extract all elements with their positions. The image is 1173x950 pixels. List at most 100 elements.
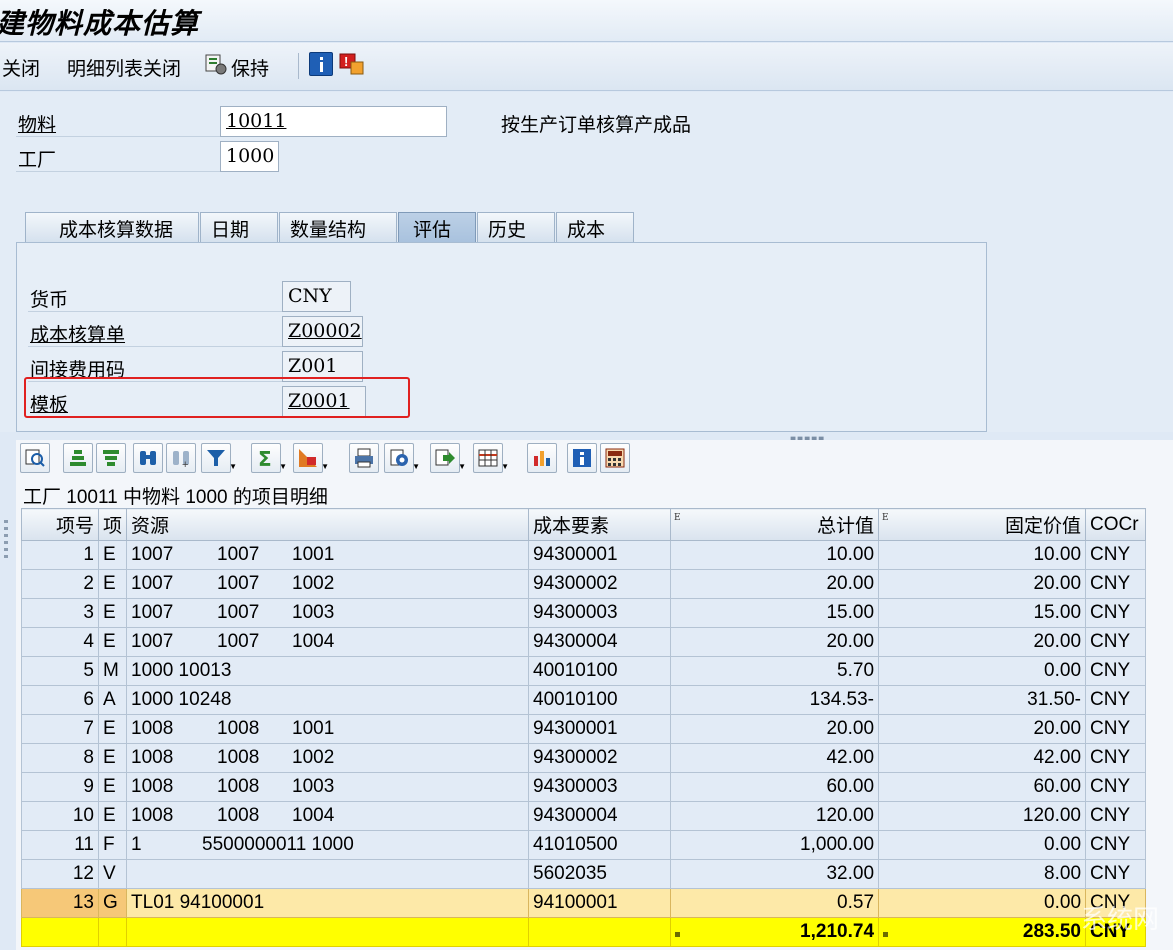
cell-resource[interactable]: 1007 1007 1004 [126, 627, 530, 657]
cell-cost-element[interactable]: 94300002 [528, 569, 672, 599]
cell-cost-element[interactable]: 94300003 [528, 598, 672, 628]
details-icon[interactable] [20, 443, 50, 473]
cell-total-value[interactable]: 0.57 [670, 888, 880, 918]
col-header-category[interactable]: 项 [97, 508, 128, 541]
cell-cost-element[interactable]: 94300004 [528, 801, 672, 831]
cell-total-value[interactable]: 60.00 [670, 772, 880, 802]
cell-resource[interactable]: 1 5500000011 1000 [126, 830, 530, 860]
calculator-icon[interactable] [600, 443, 630, 473]
cell-cost-element[interactable]: 40010100 [528, 656, 672, 686]
views-icon[interactable]: ▼ [384, 443, 420, 473]
cell-item-no[interactable]: 1 [21, 540, 99, 570]
cell-category[interactable]: E [97, 714, 128, 744]
cell-fixed-value[interactable]: 120.00 [878, 801, 1087, 831]
cell-resource[interactable]: 1008 1008 1003 [126, 772, 530, 802]
table-row[interactable]: 5 M 1000 10013 40010100 5.70 0.00 CNY [21, 656, 1147, 686]
cell-fixed-value[interactable]: 20.00 [878, 569, 1087, 599]
costing-sheet-label[interactable]: 成本核算单 [30, 320, 125, 347]
cell-fixed-value[interactable]: 20.00 [878, 714, 1087, 744]
table-row[interactable]: 13 G TL01 94100001 94100001 0.57 0.00 CNY [21, 888, 1147, 918]
find-next-icon[interactable]: + [166, 443, 196, 473]
cell-item-no[interactable]: 4 [21, 627, 99, 657]
cell-total-value[interactable]: 134.53- [670, 685, 880, 715]
cell-currency[interactable]: CNY [1085, 656, 1147, 686]
print-icon[interactable] [349, 443, 379, 473]
cell-cost-element[interactable]: 94300001 [528, 714, 672, 744]
cell-currency[interactable]: CNY [1085, 569, 1147, 599]
table-row[interactable]: 10 E 1008 1008 1004 94300004 120.00 120.00 CNY [21, 801, 1147, 831]
tab-costing-data[interactable]: 成本核算数据 [25, 212, 199, 242]
cell-item-no[interactable]: 5 [21, 656, 99, 686]
cell-fixed-value[interactable]: 42.00 [878, 743, 1087, 773]
col-header-cost-element[interactable]: 成本要素 [528, 508, 672, 541]
table-row[interactable]: 4 E 1007 1007 1004 94300004 20.00 20.00 CNY [21, 627, 1147, 657]
table-row[interactable]: 7 E 1008 1008 1001 94300001 20.00 20.00 CNY [21, 714, 1147, 744]
currency-field[interactable]: CNY [282, 281, 351, 312]
table-row[interactable]: 11 F 1 5500000011 1000 41010500 1,000.00 0.00 C… [21, 830, 1147, 860]
cell-resource[interactable]: 1007 1007 1001 [126, 540, 530, 570]
tab-history[interactable]: 历史 [477, 212, 555, 242]
cell-cost-element[interactable]: 94100001 [528, 888, 672, 918]
cell-category[interactable]: A [97, 685, 128, 715]
table-row[interactable]: 9 E 1008 1008 1003 94300003 60.00 60.00 CNY [21, 772, 1147, 802]
cell-cost-element[interactable]: 94300002 [528, 743, 672, 773]
cell-fixed-value[interactable]: 0.00 [878, 656, 1087, 686]
totals-total-value[interactable]: 1,210.74 [670, 917, 880, 947]
info-icon[interactable] [309, 52, 333, 76]
template-field[interactable]: Z0001 [282, 386, 366, 417]
totals-fixed-value[interactable]: 283.50 [878, 917, 1087, 947]
cell-item-no[interactable]: 12 [21, 859, 99, 889]
cell-cost-element[interactable]: 5602035 [528, 859, 672, 889]
cell-currency[interactable]: CNY [1085, 830, 1147, 860]
table-row[interactable]: 6 A 1000 10248 40010100 134.53- 31.50- CNY [21, 685, 1147, 715]
cell-fixed-value[interactable]: 8.00 [878, 859, 1087, 889]
cell-resource[interactable]: 1008 1008 1001 [126, 714, 530, 744]
cell-currency[interactable]: CNY [1085, 540, 1147, 570]
cell-total-value[interactable]: 10.00 [670, 540, 880, 570]
cell-currency[interactable]: CNY [1085, 743, 1147, 773]
tab-qty-structure[interactable]: 数量结构 [279, 212, 397, 242]
sort-descending-icon[interactable] [96, 443, 126, 473]
cell-total-value[interactable]: 15.00 [670, 598, 880, 628]
cell-currency[interactable]: CNY [1085, 772, 1147, 802]
cell-category[interactable]: E [97, 801, 128, 831]
cell-category[interactable]: E [97, 627, 128, 657]
template-label[interactable]: 模板 [30, 390, 68, 417]
cell-fixed-value[interactable]: 20.00 [878, 627, 1087, 657]
cell-resource[interactable]: 1007 1007 1003 [126, 598, 530, 628]
tab-valuation[interactable]: 评估 [398, 212, 476, 242]
cell-currency[interactable]: CNY [1085, 685, 1147, 715]
cell-category[interactable]: M [97, 656, 128, 686]
cell-category[interactable]: G [97, 888, 128, 918]
table-row[interactable]: 8 E 1008 1008 1002 94300002 42.00 42.00 CNY [21, 743, 1147, 773]
col-header-fixed-value[interactable]: E 固定价值 [878, 508, 1087, 541]
cell-total-value[interactable]: 1,000.00 [670, 830, 880, 860]
cell-total-value[interactable]: 20.00 [670, 569, 880, 599]
cell-item-no[interactable]: 3 [21, 598, 99, 628]
cell-total-value[interactable]: 20.00 [670, 627, 880, 657]
material-label[interactable]: 物料 [18, 110, 56, 137]
cell-cost-element[interactable]: 94300001 [528, 540, 672, 570]
cell-total-value[interactable]: 5.70 [670, 656, 880, 686]
cell-category[interactable]: V [97, 859, 128, 889]
cell-currency[interactable]: CNY [1085, 888, 1147, 918]
sum-icon[interactable]: Σ ▼ [251, 443, 287, 473]
cell-category[interactable]: F [97, 830, 128, 860]
cell-currency[interactable]: CNY [1085, 801, 1147, 831]
cell-fixed-value[interactable]: 10.00 [878, 540, 1087, 570]
material-field[interactable]: 10011 [220, 106, 447, 137]
cell-currency[interactable]: CNY [1085, 714, 1147, 744]
cell-item-no[interactable]: 6 [21, 685, 99, 715]
find-icon[interactable] [133, 443, 163, 473]
cell-total-value[interactable]: 20.00 [670, 714, 880, 744]
save-button[interactable]: 保持 [231, 54, 269, 81]
cell-fixed-value[interactable]: 0.00 [878, 830, 1087, 860]
grid-info-icon[interactable] [567, 443, 597, 473]
col-header-item-no[interactable]: 项号 [21, 508, 99, 541]
cell-fixed-value[interactable]: 31.50- [878, 685, 1087, 715]
plant-field[interactable]: 1000 [220, 141, 279, 172]
cell-item-no[interactable]: 7 [21, 714, 99, 744]
col-header-currency[interactable]: COCr [1085, 508, 1147, 541]
resize-grip-icon[interactable] [4, 520, 8, 560]
sort-ascending-icon[interactable] [63, 443, 93, 473]
